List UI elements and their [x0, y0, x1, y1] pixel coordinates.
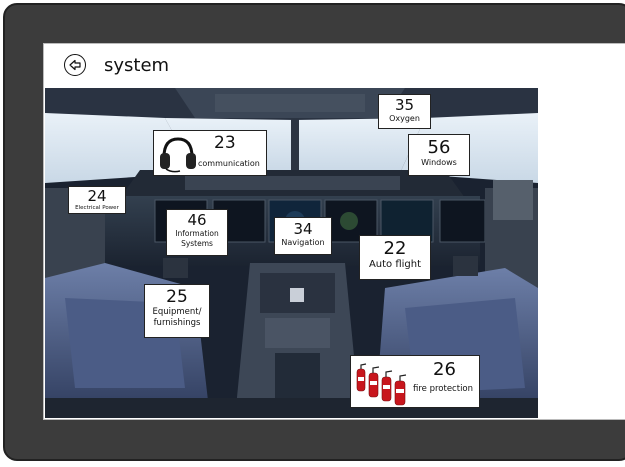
system-label: fire protection	[413, 384, 474, 394]
system-label: Auto flight	[368, 259, 422, 270]
page-title: system	[104, 55, 170, 76]
headset-icon	[160, 137, 196, 173]
system-tile-navigation[interactable]: 34 Navigation	[274, 217, 332, 255]
system-tile-auto-flight[interactable]: 22 Auto flight	[359, 235, 431, 280]
system-label: Oxygen	[389, 114, 420, 123]
system-tile-windows[interactable]: 56 Windows	[408, 134, 470, 176]
back-button[interactable]	[64, 54, 86, 76]
system-number: 25	[166, 287, 188, 307]
system-number: 22	[383, 238, 407, 259]
back-arrow-icon	[69, 59, 81, 71]
system-label: Information Systems	[175, 229, 219, 248]
system-number: 46	[187, 211, 207, 229]
system-tile-equipment-furnishings[interactable]: 25 Equipment/ furnishings	[144, 284, 210, 338]
system-label: Windows	[421, 158, 457, 167]
system-label: Electrical Power	[75, 205, 119, 211]
system-tile-information-systems[interactable]: 46 Information Systems	[166, 209, 228, 256]
system-number: 56	[427, 137, 451, 158]
system-number: 23	[214, 133, 236, 153]
system-number: 24	[87, 187, 107, 205]
system-number: 34	[293, 220, 313, 238]
system-tile-oxygen[interactable]: 35 Oxygen	[378, 94, 431, 129]
system-number: 26	[433, 359, 456, 380]
system-number: 35	[394, 96, 415, 114]
system-tile-communication[interactable]: 23 communication	[153, 130, 267, 176]
system-label: Equipment/ furnishings	[152, 307, 202, 328]
system-label: Navigation	[281, 238, 325, 247]
fire-extinguisher-icon	[356, 363, 407, 406]
system-tile-fire-protection[interactable]: 26 fire protection	[350, 355, 480, 408]
system-label: communication	[198, 159, 260, 168]
system-tile-electrical-power[interactable]: 24 Electrical Power	[68, 186, 126, 214]
